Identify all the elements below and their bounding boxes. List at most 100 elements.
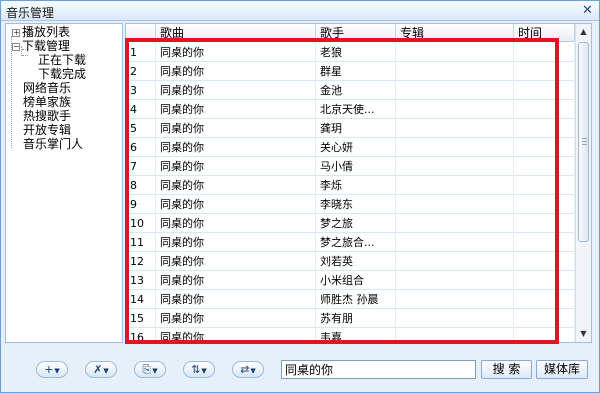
chevron-down-icon: ▼	[250, 367, 256, 375]
expand-icon[interactable]: +	[12, 29, 20, 37]
tree-item-music-master[interactable]: 音乐掌门人	[23, 137, 83, 151]
scroll-down-icon[interactable]: ▼	[576, 326, 591, 342]
tree-item-downloaded[interactable]: 下载完成	[38, 67, 86, 81]
table-row[interactable]: 14 同桌的你 师胜杰 孙晨	[126, 290, 575, 309]
table-row[interactable]: 11 同桌的你 梦之旅合...	[126, 233, 575, 252]
title-bar: 音乐管理 ✕	[1, 1, 599, 21]
tree-item-label: 热搜歌手	[23, 109, 72, 123]
song-list: 歌曲 歌手 专辑 时间 1 同桌的你 老狼 2 同桌的你 群星 3 同桌的你 金池 4 同桌的你 北京…	[125, 23, 592, 343]
table-row[interactable]: 5 同桌的你 龚玥	[126, 119, 575, 138]
tree-item-label: 网络音乐	[23, 81, 72, 95]
cell-song: 同桌的你	[156, 271, 316, 290]
tree-item-hot-singers[interactable]: 热搜歌手	[23, 109, 71, 123]
collapse-icon[interactable]: −	[12, 43, 20, 51]
cell-song: 同桌的你	[156, 138, 316, 157]
cell-artist: 老狼	[316, 43, 396, 62]
cell-album	[396, 271, 514, 290]
cell-time	[514, 138, 575, 157]
tree-item-label: 正在下载	[38, 53, 87, 67]
chevron-down-icon: ▼	[201, 367, 207, 375]
table-row[interactable]: 2 同桌的你 群星	[126, 62, 575, 81]
sort-button[interactable]: ⇅▼	[183, 361, 215, 378]
cell-time	[514, 290, 575, 309]
cell-song: 同桌的你	[156, 214, 316, 233]
column-header-album[interactable]: 专辑	[396, 24, 514, 42]
column-header-artist[interactable]: 歌手	[316, 24, 396, 42]
table-row[interactable]: 10 同桌的你 梦之旅	[126, 214, 575, 233]
cell-song: 同桌的你	[156, 157, 316, 176]
cell-song: 同桌的你	[156, 290, 316, 309]
search-input[interactable]	[281, 360, 476, 379]
cell-index: 1	[126, 43, 156, 62]
cell-index: 13	[126, 271, 156, 290]
vertical-scrollbar[interactable]: ▲ ▼	[575, 24, 591, 342]
tree-item-download-manager[interactable]: − 下载管理	[12, 39, 70, 53]
cell-album	[396, 157, 514, 176]
category-tree: + 播放列表 − 下载管理 正在下载 下载完成 网络音乐 榜单家族 热搜歌手 开放专…	[5, 23, 123, 343]
copy-button[interactable]: ⎘▼	[134, 361, 166, 378]
cell-album	[396, 214, 514, 233]
cell-index: 6	[126, 138, 156, 157]
table-row[interactable]: 9 同桌的你 李晓东	[126, 195, 575, 214]
cell-artist: 李晓东	[316, 195, 396, 214]
cell-time	[514, 62, 575, 81]
cell-index: 2	[126, 62, 156, 81]
column-header-index[interactable]	[126, 24, 156, 42]
tree-item-online-music[interactable]: 网络音乐	[23, 81, 71, 95]
table-row[interactable]: 8 同桌的你 李烁	[126, 176, 575, 195]
delete-button[interactable]: ✗▼	[85, 361, 117, 378]
cell-artist: 龚玥	[316, 119, 396, 138]
cell-artist: 小米组合	[316, 271, 396, 290]
cell-song: 同桌的你	[156, 252, 316, 271]
scroll-up-icon[interactable]: ▲	[576, 24, 591, 40]
cell-time	[514, 119, 575, 138]
copy-icon: ⎘	[142, 363, 152, 376]
column-header-time[interactable]: 时间	[514, 24, 575, 42]
add-button[interactable]: +▼	[36, 361, 68, 378]
cell-song: 同桌的你	[156, 195, 316, 214]
media-library-button[interactable]: 媒体库	[536, 360, 588, 379]
cell-time	[514, 81, 575, 100]
cell-song: 同桌的你	[156, 43, 316, 62]
cell-album	[396, 233, 514, 252]
cell-artist: 群星	[316, 62, 396, 81]
cell-artist: 梦之旅合...	[316, 233, 396, 252]
chevron-down-icon: ▼	[152, 367, 158, 375]
table-row[interactable]: 1 同桌的你 老狼	[126, 43, 575, 62]
tree-item-downloading[interactable]: 正在下载	[38, 53, 86, 67]
cell-index: 10	[126, 214, 156, 233]
cell-artist: 李烁	[316, 176, 396, 195]
cell-album	[396, 100, 514, 119]
tree-item-label: 开放专辑	[23, 123, 72, 137]
delete-icon: ✗	[93, 363, 103, 376]
cell-artist: 金池	[316, 81, 396, 100]
loop-button[interactable]: ⇄▼	[232, 361, 264, 378]
table-row[interactable]: 15 同桌的你 苏有朋	[126, 309, 575, 328]
cell-album	[396, 176, 514, 195]
scroll-thumb[interactable]	[578, 42, 589, 242]
search-button[interactable]: 搜 索	[481, 360, 532, 379]
table-row[interactable]: 12 同桌的你 刘若英	[126, 252, 575, 271]
table-row[interactable]: 7 同桌的你 马小倩	[126, 157, 575, 176]
tree-item-open-albums[interactable]: 开放专辑	[23, 123, 71, 137]
table-row[interactable]: 6 同桌的你 关心妍	[126, 138, 575, 157]
column-header-song[interactable]: 歌曲	[156, 24, 316, 42]
table-row[interactable]: 4 同桌的你 北京天使...	[126, 100, 575, 119]
cell-time	[514, 195, 575, 214]
tree-item-playlist[interactable]: + 播放列表	[12, 25, 70, 39]
list-header: 歌曲 歌手 专辑 时间	[126, 24, 575, 42]
cell-index: 8	[126, 176, 156, 195]
window-title: 音乐管理	[6, 6, 55, 20]
table-row[interactable]: 3 同桌的你 金池	[126, 81, 575, 100]
cell-song: 同桌的你	[156, 62, 316, 81]
table-row[interactable]: 13 同桌的你 小米组合	[126, 271, 575, 290]
cell-time	[514, 214, 575, 233]
close-icon[interactable]: ✕	[580, 3, 595, 18]
cell-index: 11	[126, 233, 156, 252]
cell-index: 7	[126, 157, 156, 176]
cell-index: 5	[126, 119, 156, 138]
cell-artist: 刘若英	[316, 252, 396, 271]
table-row[interactable]: 16 同桌的你 韦嘉	[126, 328, 575, 342]
tree-item-charts[interactable]: 榜单家族	[23, 95, 71, 109]
loop-icon: ⇄	[240, 363, 250, 376]
